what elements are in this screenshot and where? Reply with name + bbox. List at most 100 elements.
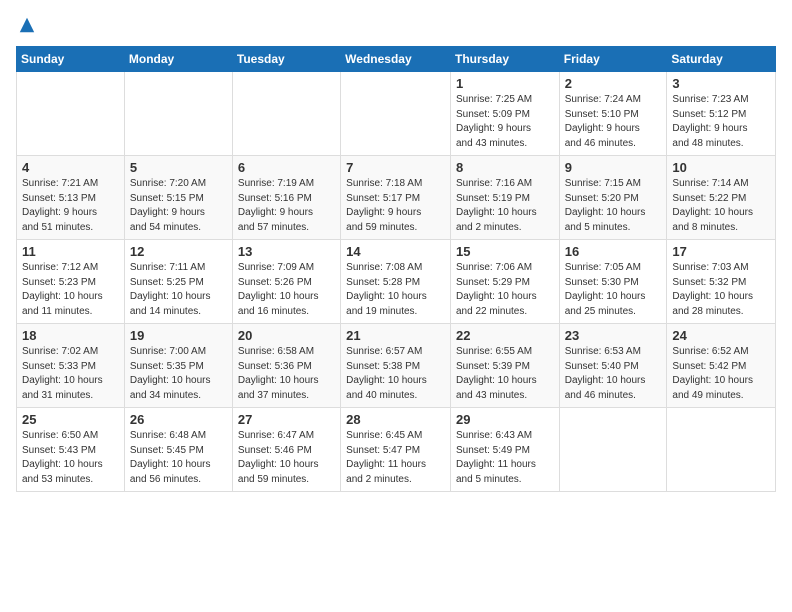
calendar-cell: 14 Sunrise: 7:08 AM Sunset: 5:28 PM Dayli…	[341, 240, 451, 324]
day-number: 15	[456, 244, 554, 259]
day-number: 16	[565, 244, 662, 259]
day-number: 11	[22, 244, 119, 259]
calendar-cell	[559, 408, 667, 492]
logo-text	[16, 16, 36, 34]
calendar-cell: 15 Sunrise: 7:06 AM Sunset: 5:29 PM Dayli…	[450, 240, 559, 324]
calendar-cell: 17 Sunrise: 7:03 AM Sunset: 5:32 PM Dayli…	[667, 240, 776, 324]
calendar-cell: 4 Sunrise: 7:21 AM Sunset: 5:13 PM Daylig…	[17, 156, 125, 240]
calendar: SundayMondayTuesdayWednesdayThursdayFrid…	[16, 46, 776, 492]
day-info: Sunrise: 7:05 AM Sunset: 5:30 PM Dayligh…	[565, 261, 662, 319]
day-header-monday: Monday	[124, 47, 232, 72]
calendar-cell: 3Sunrise: 7:23 AM Sunset: 5:12 PM Daylig…	[667, 72, 776, 156]
calendar-cell: 10 Sunrise: 7:14 AM Sunset: 5:22 PM Dayli…	[667, 156, 776, 240]
calendar-cell: 25 Sunrise: 6:50 AM Sunset: 5:43 PM Dayli…	[17, 408, 125, 492]
day-number: 5	[130, 160, 227, 175]
day-info: Sunrise: 7:15 AM Sunset: 5:20 PM Dayligh…	[565, 177, 662, 235]
day-info: Sunrise: 6:45 AM Sunset: 5:47 PM Dayligh…	[346, 429, 445, 487]
calendar-cell: 29 Sunrise: 6:43 AM Sunset: 5:49 PM Dayli…	[450, 408, 559, 492]
calendar-cell: 9 Sunrise: 7:15 AM Sunset: 5:20 PM Daylig…	[559, 156, 667, 240]
day-number: 1	[456, 76, 554, 91]
logo	[16, 16, 36, 34]
day-header-saturday: Saturday	[667, 47, 776, 72]
calendar-cell: 1 Sunrise: 7:25 AM Sunset: 5:09 PM Daylig…	[450, 72, 559, 156]
day-info: Sunrise: 6:50 AM Sunset: 5:43 PM Dayligh…	[22, 429, 119, 487]
day-info: Sunrise: 7:11 AM Sunset: 5:25 PM Dayligh…	[130, 261, 227, 319]
day-number: 28	[346, 412, 445, 427]
day-info: Sunrise: 6:55 AM Sunset: 5:39 PM Dayligh…	[456, 345, 554, 403]
calendar-header-row: SundayMondayTuesdayWednesdayThursdayFrid…	[17, 47, 776, 72]
header	[16, 16, 776, 34]
day-header-sunday: Sunday	[17, 47, 125, 72]
calendar-cell: 26 Sunrise: 6:48 AM Sunset: 5:45 PM Dayli…	[124, 408, 232, 492]
calendar-cell: 21 Sunrise: 6:57 AM Sunset: 5:38 PM Dayli…	[341, 324, 451, 408]
day-info: Sunrise: 6:47 AM Sunset: 5:46 PM Dayligh…	[238, 429, 335, 487]
calendar-cell: 20 Sunrise: 6:58 AM Sunset: 5:36 PM Dayli…	[232, 324, 340, 408]
day-info: Sunrise: 7:21 AM Sunset: 5:13 PM Dayligh…	[22, 177, 119, 235]
page: SundayMondayTuesdayWednesdayThursdayFrid…	[0, 0, 792, 500]
calendar-cell: 13 Sunrise: 7:09 AM Sunset: 5:26 PM Dayli…	[232, 240, 340, 324]
day-header-friday: Friday	[559, 47, 667, 72]
day-info: Sunrise: 7:12 AM Sunset: 5:23 PM Dayligh…	[22, 261, 119, 319]
day-number: 25	[22, 412, 119, 427]
day-number: 10	[672, 160, 770, 175]
day-number: 27	[238, 412, 335, 427]
calendar-cell: 23 Sunrise: 6:53 AM Sunset: 5:40 PM Dayli…	[559, 324, 667, 408]
calendar-cell	[124, 72, 232, 156]
day-number: 20	[238, 328, 335, 343]
calendar-cell: 18 Sunrise: 7:02 AM Sunset: 5:33 PM Dayli…	[17, 324, 125, 408]
day-info: Sunrise: 7:06 AM Sunset: 5:29 PM Dayligh…	[456, 261, 554, 319]
day-number: 17	[672, 244, 770, 259]
day-info: Sunrise: 7:25 AM Sunset: 5:09 PM Dayligh…	[456, 93, 554, 151]
calendar-cell: 7 Sunrise: 7:18 AM Sunset: 5:17 PM Daylig…	[341, 156, 451, 240]
day-number: 18	[22, 328, 119, 343]
day-info: Sunrise: 7:16 AM Sunset: 5:19 PM Dayligh…	[456, 177, 554, 235]
day-info: Sunrise: 7:20 AM Sunset: 5:15 PM Dayligh…	[130, 177, 227, 235]
day-number: 3	[672, 76, 770, 91]
day-number: 26	[130, 412, 227, 427]
day-info: Sunrise: 6:48 AM Sunset: 5:45 PM Dayligh…	[130, 429, 227, 487]
calendar-week-row: 11 Sunrise: 7:12 AM Sunset: 5:23 PM Dayli…	[17, 240, 776, 324]
calendar-cell	[341, 72, 451, 156]
day-info: Sunrise: 6:53 AM Sunset: 5:40 PM Dayligh…	[565, 345, 662, 403]
day-number: 24	[672, 328, 770, 343]
calendar-week-row: 1 Sunrise: 7:25 AM Sunset: 5:09 PM Daylig…	[17, 72, 776, 156]
day-number: 12	[130, 244, 227, 259]
day-info: Sunrise: 6:58 AM Sunset: 5:36 PM Dayligh…	[238, 345, 335, 403]
day-info: Sunrise: 7:02 AM Sunset: 5:33 PM Dayligh…	[22, 345, 119, 403]
day-number: 19	[130, 328, 227, 343]
day-number: 8	[456, 160, 554, 175]
day-info: Sunrise: 7:03 AM Sunset: 5:32 PM Dayligh…	[672, 261, 770, 319]
calendar-cell: 19 Sunrise: 7:00 AM Sunset: 5:35 PM Dayli…	[124, 324, 232, 408]
day-info: Sunrise: 6:57 AM Sunset: 5:38 PM Dayligh…	[346, 345, 445, 403]
day-number: 21	[346, 328, 445, 343]
day-info: Sunrise: 7:18 AM Sunset: 5:17 PM Dayligh…	[346, 177, 445, 235]
calendar-cell: 2Sunrise: 7:24 AM Sunset: 5:10 PM Daylig…	[559, 72, 667, 156]
day-info: Sunrise: 7:14 AM Sunset: 5:22 PM Dayligh…	[672, 177, 770, 235]
day-number: 13	[238, 244, 335, 259]
day-number: 23	[565, 328, 662, 343]
calendar-week-row: 18 Sunrise: 7:02 AM Sunset: 5:33 PM Dayli…	[17, 324, 776, 408]
day-header-wednesday: Wednesday	[341, 47, 451, 72]
day-number: 4	[22, 160, 119, 175]
day-number: 6	[238, 160, 335, 175]
day-info: Sunrise: 6:43 AM Sunset: 5:49 PM Dayligh…	[456, 429, 554, 487]
day-header-tuesday: Tuesday	[232, 47, 340, 72]
day-info: Sunrise: 7:00 AM Sunset: 5:35 PM Dayligh…	[130, 345, 227, 403]
calendar-cell: 27 Sunrise: 6:47 AM Sunset: 5:46 PM Dayli…	[232, 408, 340, 492]
logo-icon	[18, 16, 36, 34]
day-info: Sunrise: 7:08 AM Sunset: 5:28 PM Dayligh…	[346, 261, 445, 319]
calendar-cell: 8 Sunrise: 7:16 AM Sunset: 5:19 PM Daylig…	[450, 156, 559, 240]
day-number: 29	[456, 412, 554, 427]
day-info: Sunrise: 7:19 AM Sunset: 5:16 PM Dayligh…	[238, 177, 335, 235]
day-info: Sunrise: 7:09 AM Sunset: 5:26 PM Dayligh…	[238, 261, 335, 319]
calendar-cell: 5 Sunrise: 7:20 AM Sunset: 5:15 PM Daylig…	[124, 156, 232, 240]
day-number: 2	[565, 76, 662, 91]
calendar-week-row: 25 Sunrise: 6:50 AM Sunset: 5:43 PM Dayli…	[17, 408, 776, 492]
day-number: 7	[346, 160, 445, 175]
calendar-cell	[232, 72, 340, 156]
day-number: 9	[565, 160, 662, 175]
calendar-cell: 22Sunrise: 6:55 AM Sunset: 5:39 PM Dayli…	[450, 324, 559, 408]
day-number: 14	[346, 244, 445, 259]
calendar-week-row: 4 Sunrise: 7:21 AM Sunset: 5:13 PM Daylig…	[17, 156, 776, 240]
calendar-cell	[667, 408, 776, 492]
